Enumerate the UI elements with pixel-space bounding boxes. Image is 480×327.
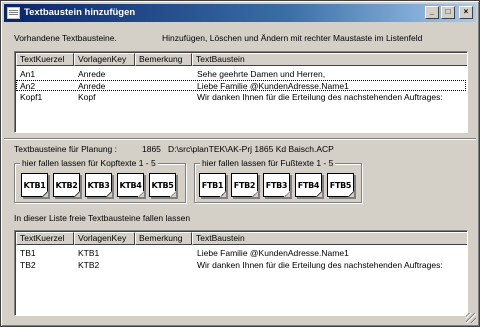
column-header-textkuerzel[interactable]: TextKuerzel — [16, 232, 74, 245]
kopftexte-drop-group[interactable]: hier fallen lassen für Kopftexte 1 - 5 K… — [14, 158, 186, 203]
resize-grip[interactable] — [466, 313, 476, 323]
list-item[interactable]: An2 Anrede Liebe Familie @KundenAdresse.… — [16, 80, 466, 91]
ktb1-drop-icon[interactable]: KTB1 — [21, 173, 48, 197]
cell-key: Kopf — [78, 92, 96, 102]
column-header-vorlagenkey[interactable]: VorlagenKey — [74, 53, 135, 66]
cell-text: Sehe geehrte Damen und Herren, — [197, 69, 326, 79]
ftb5-drop-icon[interactable]: FTB5 — [327, 173, 354, 197]
column-header-textbaustein[interactable]: TextBaustein — [192, 53, 467, 66]
ftb4-drop-icon[interactable]: FTB4 — [295, 173, 322, 197]
free-textbausteine-list[interactable]: TextKuerzel VorlagenKey Bemerkung TextBa… — [14, 230, 468, 316]
list-header: TextKuerzel VorlagenKey Bemerkung TextBa… — [16, 53, 467, 66]
free-list-label: In dieser Liste freie Textbausteine fall… — [14, 213, 191, 223]
column-header-textbaustein[interactable]: TextBaustein — [192, 232, 467, 245]
planning-number: 1865 — [142, 144, 161, 154]
cell-key: Anrede — [78, 69, 106, 79]
window-title: Textbaustein hinzufügen — [24, 7, 136, 18]
cell-kuerzel: An1 — [20, 69, 36, 79]
ktb2-drop-icon[interactable]: KTB2 — [53, 173, 80, 197]
ftb5-label: FTB5 — [329, 181, 352, 190]
minimize-button[interactable]: _ — [425, 6, 439, 19]
list-item[interactable]: TB2 KTB2 Wir danken Ihnen für die Erteil… — [16, 260, 466, 271]
existing-textbausteine-list[interactable]: TextKuerzel VorlagenKey Bemerkung TextBa… — [14, 51, 468, 133]
cell-kuerzel: TB2 — [20, 260, 36, 270]
ftb1-drop-icon[interactable]: FTB1 — [199, 173, 226, 197]
ftb2-drop-icon[interactable]: FTB2 — [231, 173, 258, 197]
hint-label: Hinzufügen, Löschen und Ändern mit recht… — [162, 33, 423, 43]
ktb3-drop-icon[interactable]: KTB3 — [85, 173, 112, 197]
cell-text: Wir danken Ihnen für die Erteilung des n… — [197, 260, 443, 270]
column-header-textkuerzel[interactable]: TextKuerzel — [16, 53, 74, 66]
cell-text: Liebe Familie @KundenAdresse.Name1 — [197, 248, 349, 258]
cell-text: Liebe Familie @KundenAdresse.Name1 — [197, 81, 349, 91]
app-icon — [7, 7, 20, 19]
ftb3-drop-icon[interactable]: FTB3 — [263, 173, 290, 197]
ftb3-label: FTB3 — [265, 181, 288, 190]
ktb2-label: KTB2 — [55, 181, 78, 190]
planning-path: D:\src\planTEK\AK-Prj 1865 Kd Baisch.ACP — [168, 144, 334, 154]
maximize-button[interactable]: □ — [441, 6, 455, 19]
close-button[interactable]: × — [459, 6, 473, 19]
fusstexte-drop-group[interactable]: hier fallen lassen für Fußtexte 1 - 5 FT… — [194, 158, 362, 203]
ftb1-label: FTB1 — [201, 181, 224, 190]
list-item[interactable]: An1 Anrede Sehe geehrte Damen und Herren… — [16, 69, 466, 80]
cell-key: Anrede — [78, 81, 106, 91]
column-header-bemerkung[interactable]: Bemerkung — [135, 53, 192, 66]
title-bar[interactable]: Textbaustein hinzufügen _ □ × — [4, 4, 476, 22]
column-header-vorlagenkey[interactable]: VorlagenKey — [74, 232, 135, 245]
cell-kuerzel: Kopf1 — [20, 92, 43, 102]
ktb5-label: KTB5 — [151, 181, 174, 190]
cell-kuerzel: TB1 — [20, 248, 36, 258]
ftb2-label: FTB2 — [233, 181, 256, 190]
ktb4-drop-icon[interactable]: KTB4 — [117, 173, 144, 197]
section-divider — [4, 138, 476, 140]
column-header-bemerkung[interactable]: Bemerkung — [135, 232, 192, 245]
ktb1-label: KTB1 — [23, 181, 46, 190]
list-header: TextKuerzel VorlagenKey Bemerkung TextBa… — [16, 232, 467, 245]
dialog-window: Textbaustein hinzufügen _ □ × Vorhandene… — [0, 0, 480, 327]
ftb4-label: FTB4 — [297, 181, 320, 190]
ktb5-drop-icon[interactable]: KTB5 — [149, 173, 176, 197]
list-item[interactable]: TB1 KTB1 Liebe Familie @KundenAdresse.Na… — [16, 248, 466, 259]
cell-text: Wir danken Ihnen für die Erteilung des n… — [197, 92, 443, 102]
cell-kuerzel: An2 — [20, 81, 36, 91]
ktb3-label: KTB3 — [87, 181, 110, 190]
list-item[interactable]: Kopf1 Kopf Wir danken Ihnen für die Erte… — [16, 92, 466, 103]
existing-label: Vorhandene Textbausteine. — [14, 33, 117, 43]
ktb4-label: KTB4 — [119, 181, 142, 190]
kopftexte-group-title: hier fallen lassen für Kopftexte 1 - 5 — [20, 158, 158, 168]
fusstexte-group-title: hier fallen lassen für Fußtexte 1 - 5 — [200, 158, 336, 168]
cell-key: KTB1 — [78, 248, 100, 258]
planning-label: Textbausteine für Planung : — [14, 144, 118, 154]
cell-key: KTB2 — [78, 260, 100, 270]
